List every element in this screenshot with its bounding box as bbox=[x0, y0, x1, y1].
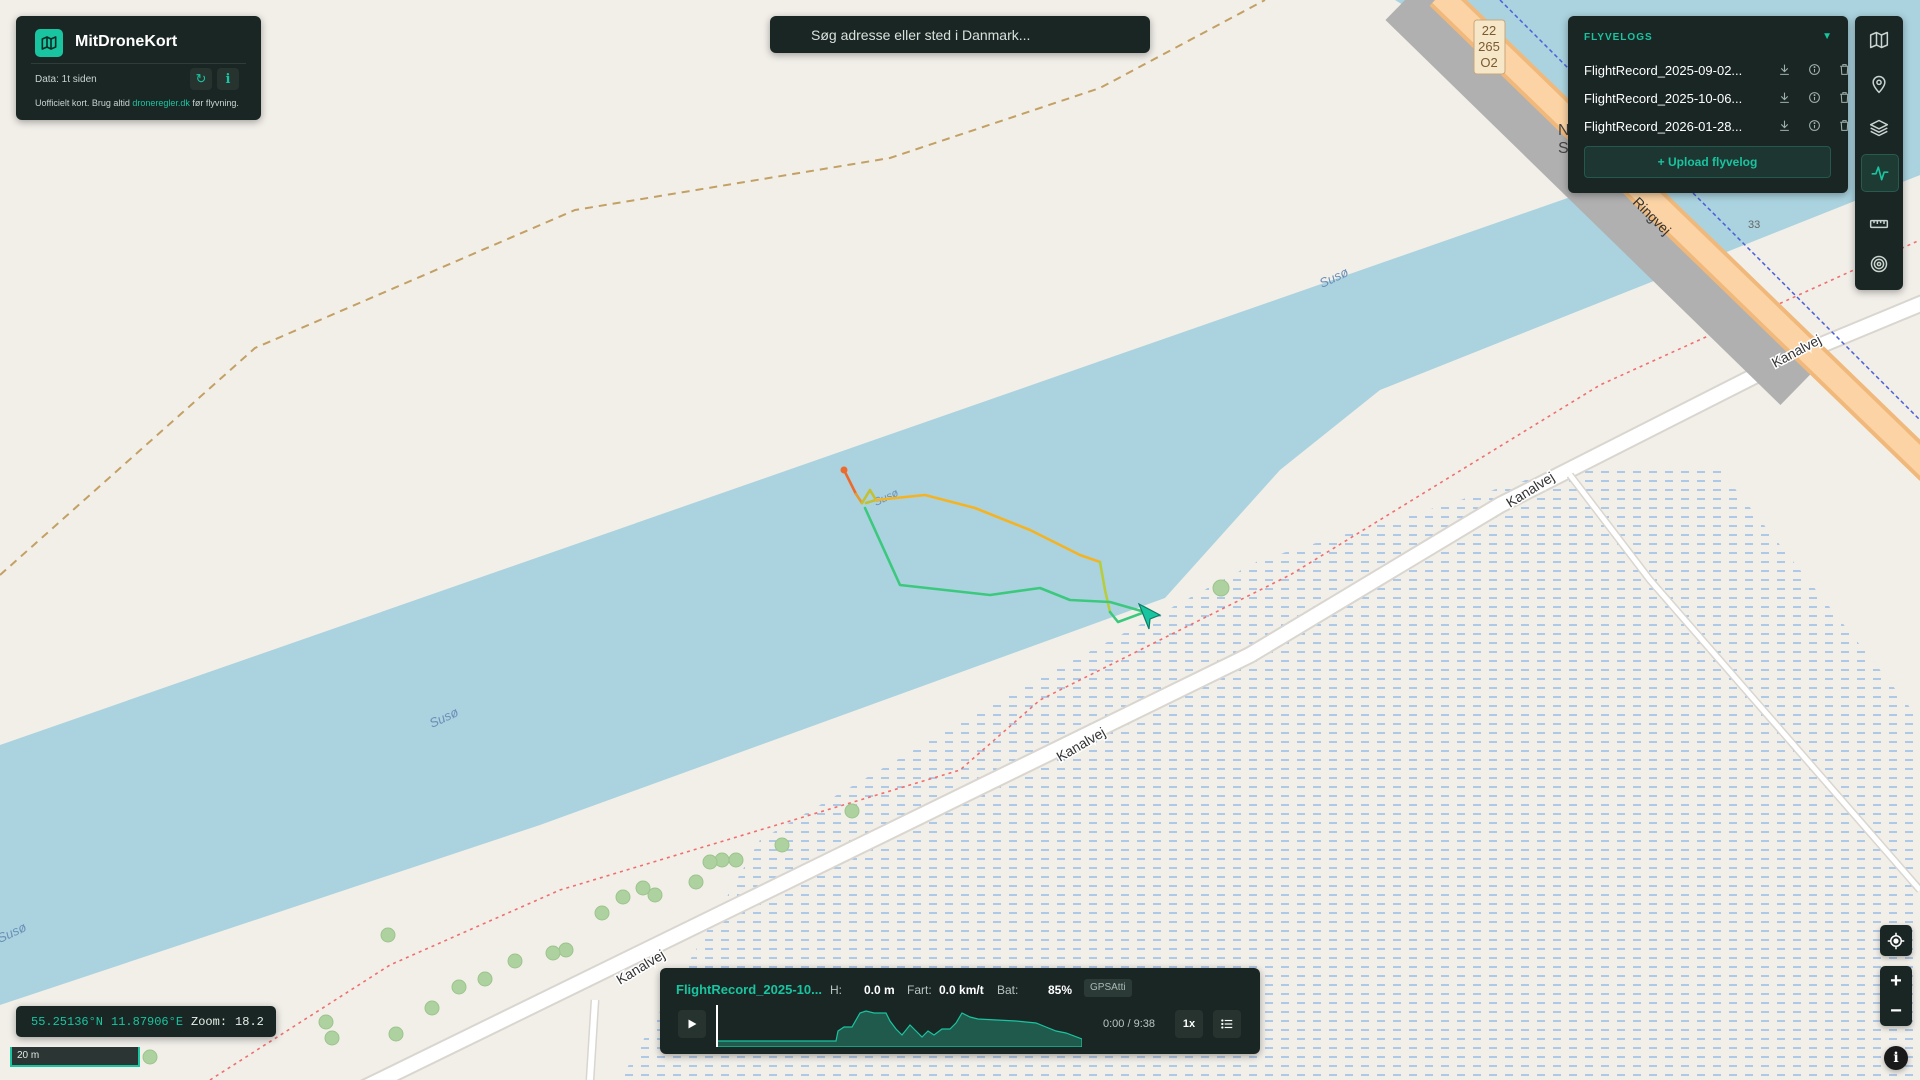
search-input[interactable] bbox=[770, 16, 1150, 53]
scale-bar: 20 m bbox=[10, 1047, 140, 1067]
flightlogs-panel: FLYVELOGS ▼ FlightRecord_2025-09-02... F… bbox=[1568, 16, 1849, 193]
map-toolbar bbox=[1855, 16, 1903, 290]
flight-player: FlightRecord_2025-10... H: 0.0 m Fart: 0… bbox=[660, 968, 1260, 1054]
zoom-out-button[interactable]: − bbox=[1890, 996, 1902, 1026]
latitude: 55.25136°N bbox=[31, 1014, 104, 1029]
battery-value: 85% bbox=[1048, 983, 1073, 997]
ruler-icon[interactable] bbox=[1861, 206, 1897, 242]
route-shield: 22 265 O2 bbox=[1473, 19, 1506, 75]
list-button[interactable] bbox=[1213, 1010, 1241, 1038]
flightlog-name[interactable]: FlightRecord_2026-01-28... bbox=[1584, 119, 1742, 134]
info-button[interactable]: i bbox=[217, 68, 239, 90]
disclaimer: Uofficielt kort. Brug altid droneregler.… bbox=[35, 98, 239, 108]
download-icon[interactable] bbox=[1776, 89, 1792, 105]
refresh-icon: ↻ bbox=[195, 71, 207, 86]
altitude-timeline[interactable] bbox=[716, 1005, 1082, 1047]
activity-icon[interactable] bbox=[1861, 154, 1899, 192]
flightlogs-title: FLYVELOGS bbox=[1584, 32, 1653, 43]
map-icon[interactable] bbox=[1861, 22, 1897, 58]
flight-mode-badge: GPSAtti bbox=[1084, 979, 1132, 997]
flightlog-name[interactable]: FlightRecord_2025-10-06... bbox=[1584, 91, 1742, 106]
divider bbox=[31, 63, 246, 64]
info-icon: i bbox=[225, 71, 231, 87]
zoom-value: 18.2 bbox=[235, 1014, 264, 1029]
speed-value: 0.0 km/t bbox=[939, 983, 984, 997]
height-label: H: bbox=[830, 983, 842, 997]
altitude-profile bbox=[716, 1010, 1082, 1047]
longitude: 11.87906°E bbox=[111, 1014, 184, 1029]
playback-speed-button[interactable]: 1x bbox=[1175, 1010, 1203, 1038]
layers-icon[interactable] bbox=[1861, 110, 1897, 146]
zoom-control: + − bbox=[1880, 966, 1912, 1026]
svg-text:22: 22 bbox=[1482, 23, 1496, 38]
locate-button[interactable] bbox=[1880, 925, 1912, 956]
player-flight-name: FlightRecord_2025-10... bbox=[676, 982, 822, 997]
coordinates-readout: 55.25136°N 11.87906°E Zoom: 18.2 bbox=[16, 1006, 276, 1037]
droneregler-link[interactable]: droneregler.dk bbox=[132, 98, 190, 108]
svg-text:O2: O2 bbox=[1480, 55, 1497, 70]
flightlog-item[interactable]: FlightRecord_2025-09-02... bbox=[1584, 59, 1849, 81]
zoom-label: Zoom: bbox=[191, 1014, 228, 1029]
height-value: 0.0 m bbox=[864, 983, 895, 997]
zoom-in-button[interactable]: + bbox=[1890, 966, 1902, 996]
app-title: MitDroneKort bbox=[75, 33, 178, 50]
trash-icon[interactable] bbox=[1836, 117, 1852, 133]
playback-time: 0:00 / 9:38 bbox=[1103, 1018, 1155, 1030]
info-icon: i bbox=[1893, 1050, 1899, 1066]
flightlog-name[interactable]: FlightRecord_2025-09-02... bbox=[1584, 63, 1742, 78]
info-icon[interactable] bbox=[1806, 61, 1822, 77]
locate-icon bbox=[1887, 932, 1905, 949]
map-logo-icon bbox=[35, 29, 63, 57]
route-number: 33 bbox=[1748, 219, 1760, 231]
list-icon bbox=[1221, 1019, 1233, 1029]
collapse-caret-icon[interactable]: ▼ bbox=[1822, 31, 1832, 42]
play-icon bbox=[688, 1019, 697, 1029]
play-button[interactable] bbox=[678, 1010, 706, 1038]
flightlog-item[interactable]: FlightRecord_2025-10-06... bbox=[1584, 87, 1849, 109]
download-icon[interactable] bbox=[1776, 61, 1792, 77]
target-icon[interactable] bbox=[1861, 246, 1897, 282]
search-bar bbox=[770, 16, 1150, 53]
brand-panel: MitDroneKort Data: 1t siden ↻ i Uofficie… bbox=[16, 16, 261, 120]
refresh-button[interactable]: ↻ bbox=[190, 68, 212, 90]
speed-label: Fart: bbox=[907, 983, 932, 997]
svg-text:265: 265 bbox=[1478, 39, 1500, 54]
pin-icon[interactable] bbox=[1861, 66, 1897, 102]
battery-label: Bat: bbox=[997, 983, 1019, 997]
info-icon[interactable] bbox=[1806, 89, 1822, 105]
info-icon[interactable] bbox=[1806, 117, 1822, 133]
attribution-button[interactable]: i bbox=[1884, 1046, 1908, 1070]
trash-icon[interactable] bbox=[1836, 61, 1852, 77]
data-status: Data: 1t siden bbox=[35, 74, 97, 85]
download-icon[interactable] bbox=[1776, 117, 1792, 133]
trash-icon[interactable] bbox=[1836, 89, 1852, 105]
flightlog-item[interactable]: FlightRecord_2026-01-28... bbox=[1584, 115, 1849, 137]
upload-flightlog-button[interactable]: + Upload flyvelog bbox=[1584, 146, 1831, 178]
